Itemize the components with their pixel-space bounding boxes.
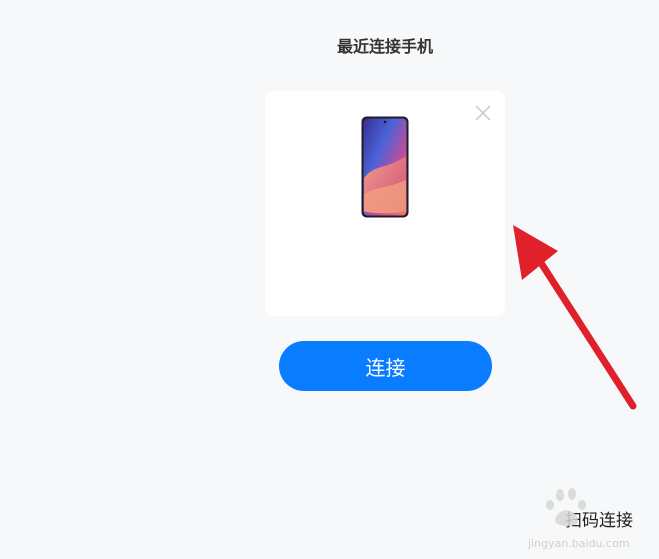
page-title: 最近连接手机 [336, 37, 433, 56]
recent-device-card[interactable] [265, 91, 505, 316]
close-icon[interactable] [473, 103, 493, 123]
scan-qr-connect-link[interactable]: 扫码连接 [565, 506, 633, 531]
watermark-text: jingyan.baidu.com [527, 537, 630, 550]
phone-image [361, 116, 409, 218]
connect-button[interactable]: 连接 [279, 341, 492, 391]
